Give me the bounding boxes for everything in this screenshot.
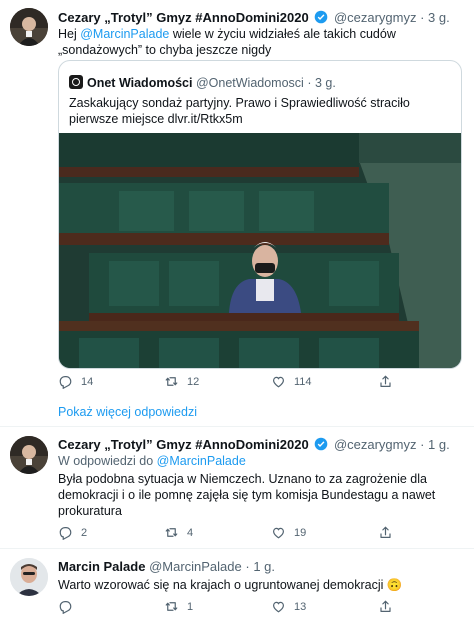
like-icon <box>273 527 284 539</box>
like-button[interactable]: 114 <box>271 374 312 389</box>
mention-link[interactable]: @MarcinPalade <box>80 27 169 41</box>
tweet-actions: 14 12 114 <box>58 374 418 392</box>
tweet-1[interactable]: Cezary „Trotyl” Gmyz #AnnoDomini2020 @ce… <box>0 0 474 400</box>
share-icon <box>380 375 391 387</box>
tweet-text: Hej @MarcinPalade wiele w życiu widziałe… <box>58 26 460 58</box>
share-button[interactable] <box>378 374 401 389</box>
quote-text: Zaskakujący sondaż partyjny. Prawo i Spr… <box>69 96 410 126</box>
reply-count: 2 <box>81 526 88 539</box>
verified-badge-icon <box>314 437 329 451</box>
tweet-text: Warto wzorować się na krajach o ugruntow… <box>58 577 460 593</box>
replying-to-link[interactable]: @MarcinPalade <box>157 454 246 468</box>
quote-photo[interactable] <box>59 133 462 369</box>
share-button[interactable] <box>378 525 401 540</box>
quote-author-handle: @OnetWiadomosci <box>195 76 304 90</box>
replying-to-prefix: W odpowiedzi do <box>58 454 157 468</box>
tweet-header: Marcin Palade @MarcinPalade · 1 g. <box>58 559 275 575</box>
author-name[interactable]: Cezary „Trotyl” Gmyz #AnnoDomini2020 <box>58 10 309 25</box>
reply-button[interactable] <box>58 599 81 614</box>
show-more-replies-link[interactable]: Pokaż więcej odpowiedzi <box>58 405 197 419</box>
retweet-icon <box>165 602 178 611</box>
tweet-text: Była podobna sytuacja w Niemczech. Uznan… <box>58 472 436 518</box>
like-count: 114 <box>294 375 312 388</box>
avatar-image <box>10 436 48 474</box>
reply-icon <box>59 376 72 389</box>
avatar[interactable] <box>10 558 48 596</box>
tweet-2[interactable]: Cezary „Trotyl” Gmyz #AnnoDomini2020 @ce… <box>0 427 474 547</box>
reply-button[interactable]: 14 <box>58 374 93 389</box>
author-handle[interactable]: @MarcinPalade <box>149 559 242 574</box>
quote-author-name: Onet Wiadomości <box>87 76 193 90</box>
tweet-text-content: Warto wzorować się na krajach o ugruntow… <box>58 578 384 592</box>
reply-count: 14 <box>81 375 94 388</box>
like-button[interactable]: 19 <box>271 525 306 540</box>
avatar[interactable] <box>10 8 48 46</box>
share-icon <box>380 600 391 612</box>
verified-badge-icon <box>314 10 329 24</box>
onet-logo-icon <box>69 75 83 89</box>
tweet-actions: 1 13 <box>58 599 418 617</box>
replying-to: W odpowiedzi do @MarcinPalade <box>58 453 246 469</box>
author-handle[interactable]: @cezarygmyz <box>334 10 417 25</box>
tweet-actions: 2 4 19 <box>58 525 418 543</box>
retweet-button[interactable]: 4 <box>164 525 193 540</box>
reply-icon <box>59 601 72 614</box>
tweet-3[interactable]: Marcin Palade @MarcinPalade · 1 g. Warto… <box>0 549 474 626</box>
tweet-time[interactable]: · 3 g. <box>420 10 450 25</box>
like-count: 13 <box>294 600 307 613</box>
like-button[interactable]: 13 <box>271 599 306 614</box>
avatar[interactable] <box>10 436 48 474</box>
like-count: 19 <box>294 526 307 539</box>
quoted-tweet[interactable]: Onet Wiadomości @OnetWiadomosci · 3 g. Z… <box>58 60 462 369</box>
retweet-count: 1 <box>187 600 194 613</box>
tweet-time[interactable]: · 1 g. <box>420 437 450 452</box>
tweet-text-prefix: Hej <box>58 27 81 41</box>
reply-icon <box>59 527 72 540</box>
tweet-time[interactable]: · 1 g. <box>245 559 275 574</box>
retweet-icon <box>165 377 178 386</box>
share-button[interactable] <box>378 599 401 614</box>
author-name[interactable]: Cezary „Trotyl” Gmyz #AnnoDomini2020 <box>58 437 309 452</box>
quote-time: · 3 g. <box>307 76 336 90</box>
author-handle[interactable]: @cezarygmyz <box>334 437 417 452</box>
retweet-count: 12 <box>187 375 200 388</box>
retweet-button[interactable]: 1 <box>164 599 193 614</box>
upside-down-face-emoji: 🙃 <box>386 578 403 592</box>
retweet-count: 4 <box>187 526 194 539</box>
tweet-header: Cezary „Trotyl” Gmyz #AnnoDomini2020 @ce… <box>58 437 450 453</box>
share-icon <box>380 526 391 538</box>
retweet-icon <box>165 528 178 537</box>
tweet-header: Cezary „Trotyl” Gmyz #AnnoDomini2020 @ce… <box>58 10 450 26</box>
like-icon <box>273 601 284 613</box>
avatar-image <box>10 558 48 596</box>
quote-header: Onet Wiadomości @OnetWiadomosci · 3 g. <box>69 75 336 90</box>
reply-button[interactable]: 2 <box>58 525 87 540</box>
retweet-button[interactable]: 12 <box>164 374 199 389</box>
avatar-image <box>10 8 48 46</box>
like-icon <box>273 376 284 388</box>
author-name[interactable]: Marcin Palade <box>58 559 145 574</box>
